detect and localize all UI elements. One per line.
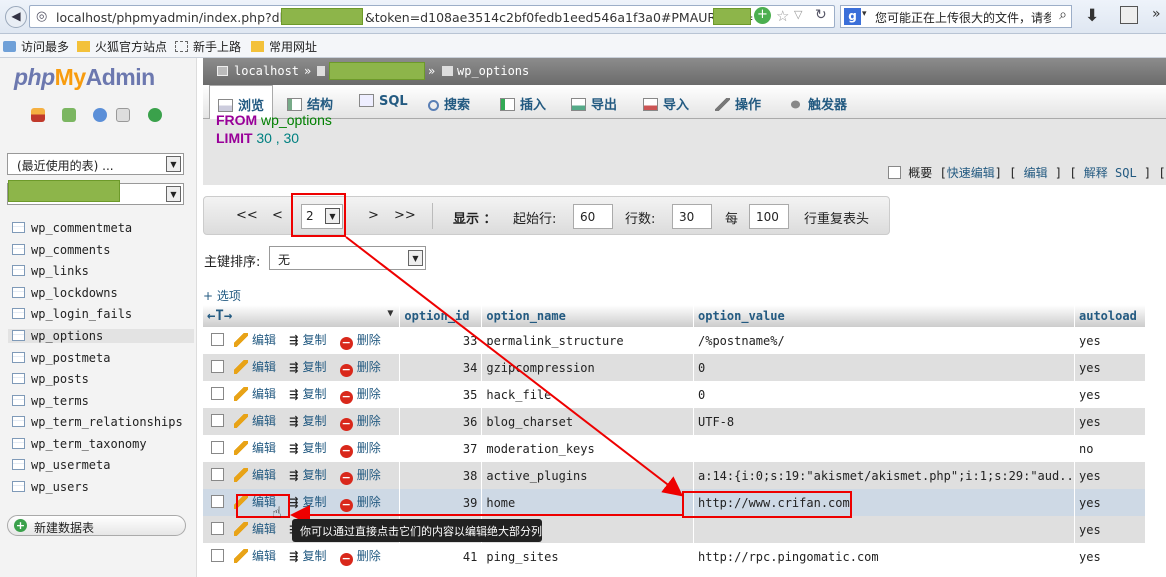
annotation-arrows [290,236,684,525]
hand-cursor-icon: ☝ [272,503,282,522]
arrow-to-value [345,236,684,497]
tooltip: 你可以通过直接点击它们的内容以编辑绝大部分列 [292,519,542,542]
